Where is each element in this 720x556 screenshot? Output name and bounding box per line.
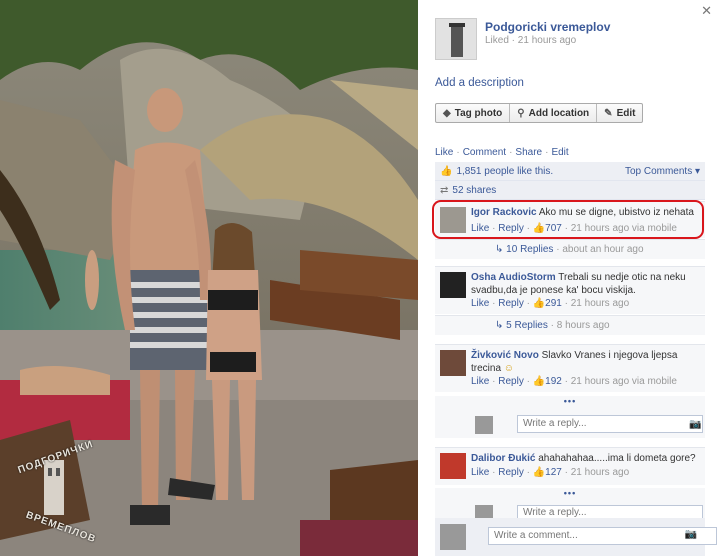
location-pin-icon: ⚲ <box>517 107 525 119</box>
likes-count-link[interactable]: 1,851 people like this. <box>456 166 553 177</box>
more-replies-dots[interactable]: ••• <box>435 396 705 410</box>
shares-row: ⇄ 52 shares <box>435 181 705 200</box>
commenter-name[interactable]: Dalibor Đukić <box>471 453 535 464</box>
comment-text: ahahahahaa.....ima li dometa gore? <box>538 453 696 464</box>
comment-meta: Like · Reply · 👍291 · 21 hours ago <box>471 298 630 309</box>
comment-action[interactable]: Comment <box>463 147 506 158</box>
replies-time: about an hour ago <box>562 244 644 255</box>
reply-composer: Write a reply... 📷 <box>435 410 705 438</box>
comment-like-count[interactable]: 291 <box>545 298 562 309</box>
like-count-icon: 👍 <box>532 467 546 478</box>
add-description-link[interactable]: Add a description <box>435 77 524 89</box>
like-count-icon: 👍 <box>532 376 546 387</box>
camera-icon[interactable]: 📷 <box>689 419 701 430</box>
commenter-avatar[interactable] <box>440 453 466 479</box>
reply-arrow-icon: ↳ <box>495 320 504 331</box>
add-location-label: Add location <box>528 107 590 119</box>
shares-count-link[interactable]: 52 shares <box>452 185 496 196</box>
likes-row: 👍 1,851 people like this. Top Comments ▾ <box>435 162 705 181</box>
comment-body: Osha AudioStorm Trebali su nedje otic na… <box>471 271 701 297</box>
comment-item: Dalibor Đukić ahahahahaa.....ima li dome… <box>435 447 705 485</box>
replies-time: 8 hours ago <box>556 320 610 331</box>
tag-photo-button[interactable]: ◆ Tag photo <box>436 104 511 122</box>
photo-side-panel: ✕ Podgoricki vremeplov Liked · 21 hours … <box>418 0 720 556</box>
likes-shares-box: 👍 1,851 people like this. Top Comments ▾… <box>435 162 705 200</box>
user-avatar <box>475 416 493 434</box>
liked-status: Liked <box>485 35 509 46</box>
comment-reply-link[interactable]: Reply <box>498 376 524 387</box>
comment-meta: Like · Reply · 👍127 · 21 hours ago <box>471 467 630 478</box>
photo-toolbar: ◆ Tag photo ⚲ Add location ✎ Edit <box>435 103 644 123</box>
highlight-annotation <box>432 200 704 239</box>
replies-row: ↳ 5 Replies · 8 hours ago <box>435 315 705 335</box>
comment-reply-link[interactable]: Reply <box>498 298 524 309</box>
post-actions: Like · Comment · Share · Edit <box>435 147 569 158</box>
edit-action[interactable]: Edit <box>551 147 568 158</box>
comment-reply-link[interactable]: Reply <box>498 467 524 478</box>
comment-body: Dalibor Đukić ahahahahaa.....ima li dome… <box>471 452 701 465</box>
edit-label: Edit <box>616 107 636 119</box>
share-action[interactable]: Share <box>515 147 542 158</box>
commenter-avatar[interactable] <box>440 350 466 376</box>
comment-item: Živković Novo Slavko Vranes i njegova lj… <box>435 344 705 392</box>
reply-arrow-icon: ↳ <box>495 244 504 255</box>
camera-icon[interactable]: 📷 <box>685 529 697 540</box>
comment-like-link[interactable]: Like <box>471 467 489 478</box>
edit-button[interactable]: ✎ Edit <box>597 104 642 122</box>
view-replies-link[interactable]: 5 Replies <box>506 320 548 331</box>
more-replies-dots[interactable]: ••• <box>435 488 705 502</box>
smiley-icon: ☺ <box>503 363 515 374</box>
like-action[interactable]: Like <box>435 147 453 158</box>
tag-photo-label: Tag photo <box>454 107 503 119</box>
pencil-icon: ✎ <box>604 107 613 119</box>
commenter-avatar[interactable] <box>440 272 466 298</box>
comment-like-count[interactable]: 127 <box>545 467 562 478</box>
add-location-button[interactable]: ⚲ Add location <box>510 104 598 122</box>
top-comments-dropdown[interactable]: Top Comments ▾ <box>625 166 700 177</box>
comment-time[interactable]: 21 hours ago via mobile <box>571 376 677 387</box>
post-meta: Liked · 21 hours ago <box>485 35 577 46</box>
post-photo[interactable]: ПОДГОРИЧКИ ВРЕМЕПЛОВ <box>0 0 418 556</box>
share-icon: ⇄ <box>440 184 449 196</box>
comment-like-link[interactable]: Like <box>471 376 489 387</box>
page-avatar[interactable] <box>435 18 477 60</box>
replies-row: ↳ 10 Replies · about an hour ago <box>435 239 705 259</box>
comment-body: Živković Novo Slavko Vranes i njegova lj… <box>471 349 701 375</box>
view-replies-link[interactable]: 10 Replies <box>506 244 553 255</box>
user-avatar <box>440 524 466 550</box>
close-icon[interactable]: ✕ <box>701 3 712 19</box>
watermark-logo: ПОДГОРИЧКИ ВРЕМЕПЛОВ <box>8 439 108 550</box>
comment-like-link[interactable]: Like <box>471 298 489 309</box>
tag-icon: ◆ <box>443 107 451 119</box>
comment-like-count[interactable]: 192 <box>545 376 562 387</box>
commenter-name[interactable]: Živković Novo <box>471 350 539 361</box>
comment-time[interactable]: 21 hours ago <box>571 298 629 309</box>
comment-composer: Write a comment... 📷 <box>435 518 717 556</box>
comment-time[interactable]: 21 hours ago <box>571 467 629 478</box>
reply-input[interactable]: Write a reply... <box>517 415 703 433</box>
comment-input[interactable]: Write a comment... <box>488 527 717 545</box>
commenter-name[interactable]: Osha AudioStorm <box>471 272 556 283</box>
user-avatar <box>475 505 493 519</box>
page-name-link[interactable]: Podgoricki vremeplov <box>485 20 610 34</box>
post-time[interactable]: 21 hours ago <box>518 35 576 46</box>
thumbs-up-icon: 👍 <box>440 165 453 177</box>
comment-item: Osha AudioStorm Trebali su nedje otic na… <box>435 266 705 314</box>
comment-meta: Like · Reply · 👍192 · 21 hours ago via m… <box>471 376 677 387</box>
like-count-icon: 👍 <box>532 298 546 309</box>
